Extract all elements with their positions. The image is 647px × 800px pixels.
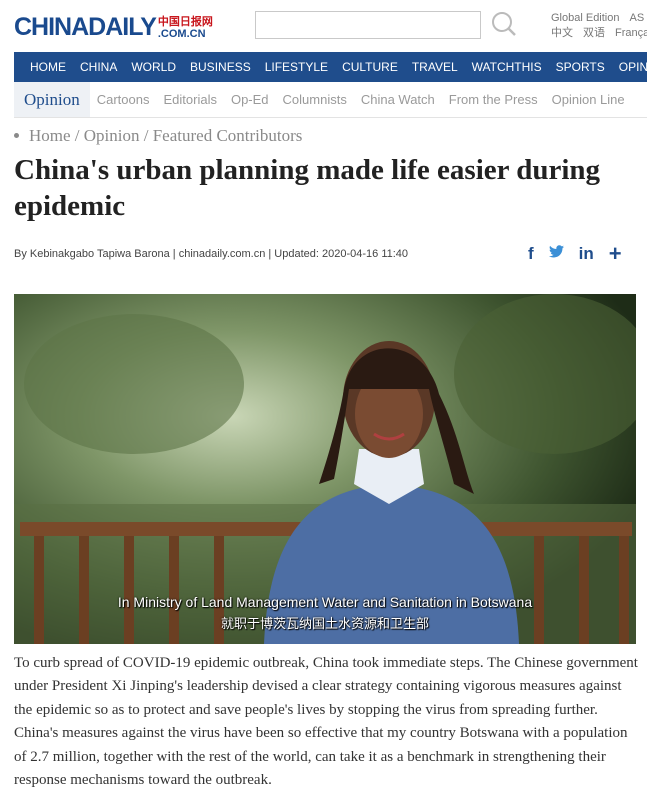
subnav-active-opinion[interactable]: Opinion (14, 82, 90, 117)
article-title: China's urban planning made life easier … (14, 154, 601, 222)
logo-side: 中国日报网 .COM.CN (157, 15, 213, 41)
video-subtitle-english: In Ministry of Land Management Water and… (117, 594, 533, 610)
search-input[interactable] (255, 11, 481, 39)
breadcrumb: Home / Opinion / Featured Contributors (14, 126, 302, 146)
nav-item-business[interactable]: BUSINESS (183, 52, 258, 82)
article-body-paragraph: To curb spread of COVID-19 epidemic outb… (14, 655, 638, 789)
nav-item-watchthis[interactable]: WATCHTHIS (465, 52, 549, 82)
nav-item-china[interactable]: CHINA (73, 52, 124, 82)
edition-link-global[interactable]: Global Edition (551, 12, 620, 24)
edition-row-2: 中文双语 Françai (551, 26, 647, 41)
facebook-icon[interactable]: f (528, 244, 534, 264)
chinadaily-logo[interactable]: CHINADAILY 中国日报网 .COM.CN (14, 10, 213, 41)
subnav-item-china-watch[interactable]: China Watch (354, 92, 442, 107)
edition-link-french[interactable]: Françai (615, 27, 647, 39)
subnav-item-op-ed[interactable]: Op-Ed (224, 92, 276, 107)
nav-item-travel[interactable]: TRAVEL (405, 52, 465, 82)
nav-item-world[interactable]: WORLD (124, 52, 183, 82)
subnav-item-opinion-line[interactable]: Opinion Line (545, 92, 632, 107)
article-video[interactable]: In Ministry of Land Management Water and… (14, 294, 636, 644)
video-subtitle-chinese: 就职于博茨瓦纳国土水资源和卫生部 (220, 617, 429, 632)
logo-domain: .COM.CN (157, 28, 206, 40)
subnav-item-columnists[interactable]: Columnists (276, 92, 354, 107)
opinion-subnav: Opinion Cartoons Editorials Op-Ed Column… (14, 82, 647, 118)
breadcrumb-text[interactable]: Home / Opinion / Featured Contributors (29, 126, 302, 145)
article-byline: By Kebinakgabo Tapiwa Barona | chinadail… (14, 248, 409, 260)
edition-link-chinese[interactable]: 中文 (551, 27, 573, 39)
nav-item-home[interactable]: HOME (14, 52, 73, 82)
video-frame-illustration (14, 294, 636, 644)
twitter-icon[interactable] (548, 244, 564, 264)
more-share-icon[interactable]: + (609, 243, 622, 265)
nav-item-opinion[interactable]: OPINION (612, 52, 647, 82)
logo-wordmark: CHINADAILY (14, 13, 157, 41)
subnav-item-from-the-press[interactable]: From the Press (442, 92, 545, 107)
nav-item-culture[interactable]: CULTURE (335, 52, 405, 82)
nav-item-sports[interactable]: SPORTS (549, 52, 612, 82)
share-bar: f in + (528, 243, 622, 265)
breadcrumb-bullet-icon (14, 132, 19, 138)
subnav-item-cartoons[interactable]: Cartoons (90, 92, 157, 107)
edition-switcher: Global Edition AS 中文双语 Françai (551, 11, 647, 41)
linkedin-icon[interactable]: in (579, 244, 594, 264)
nav-item-lifestyle[interactable]: LIFESTYLE (258, 52, 335, 82)
edition-row-1: Global Edition AS (551, 11, 647, 26)
main-nav: HOME CHINA WORLD BUSINESS LIFESTYLE CULT… (14, 52, 647, 82)
site-header: CHINADAILY 中国日报网 .COM.CN Global Edition A… (0, 0, 647, 52)
edition-link-bilingual[interactable]: 双语 (583, 27, 605, 39)
logo-chinese: 中国日报网 (157, 15, 213, 28)
subnav-item-editorials[interactable]: Editorials (156, 92, 223, 107)
edition-link-asia[interactable]: AS (630, 12, 645, 24)
search-icon[interactable] (490, 10, 518, 38)
